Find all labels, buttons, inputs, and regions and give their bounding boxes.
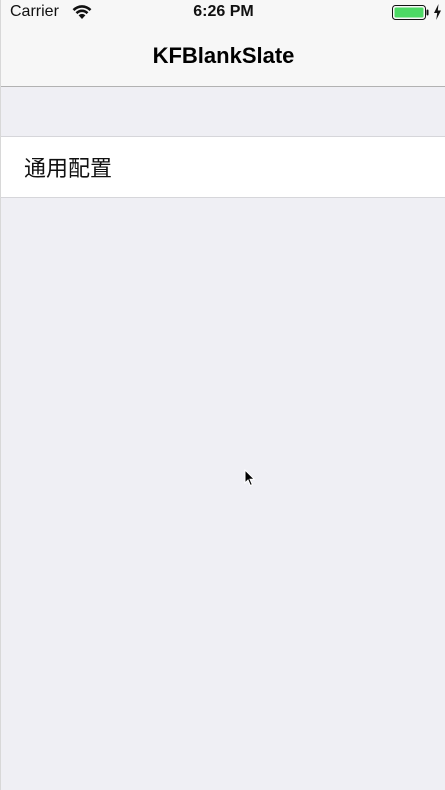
cell-label: 通用配置 <box>24 157 113 182</box>
mouse-cursor-icon <box>244 469 256 487</box>
navigation-bar: KFBlankSlate <box>1 26 445 87</box>
nav-title: KFBlankSlate <box>152 43 295 68</box>
app-screen: Carrier 6:26 PM KFBlankSlate 通用配置 <box>0 0 445 790</box>
battery-icon <box>392 5 429 20</box>
charging-bolt-icon <box>434 4 441 20</box>
status-bar: Carrier 6:26 PM <box>1 0 445 26</box>
table-cell-general-settings[interactable]: 通用配置 <box>1 137 445 197</box>
status-time: 6:26 PM <box>193 3 254 20</box>
settings-table: 通用配置 <box>1 136 445 198</box>
